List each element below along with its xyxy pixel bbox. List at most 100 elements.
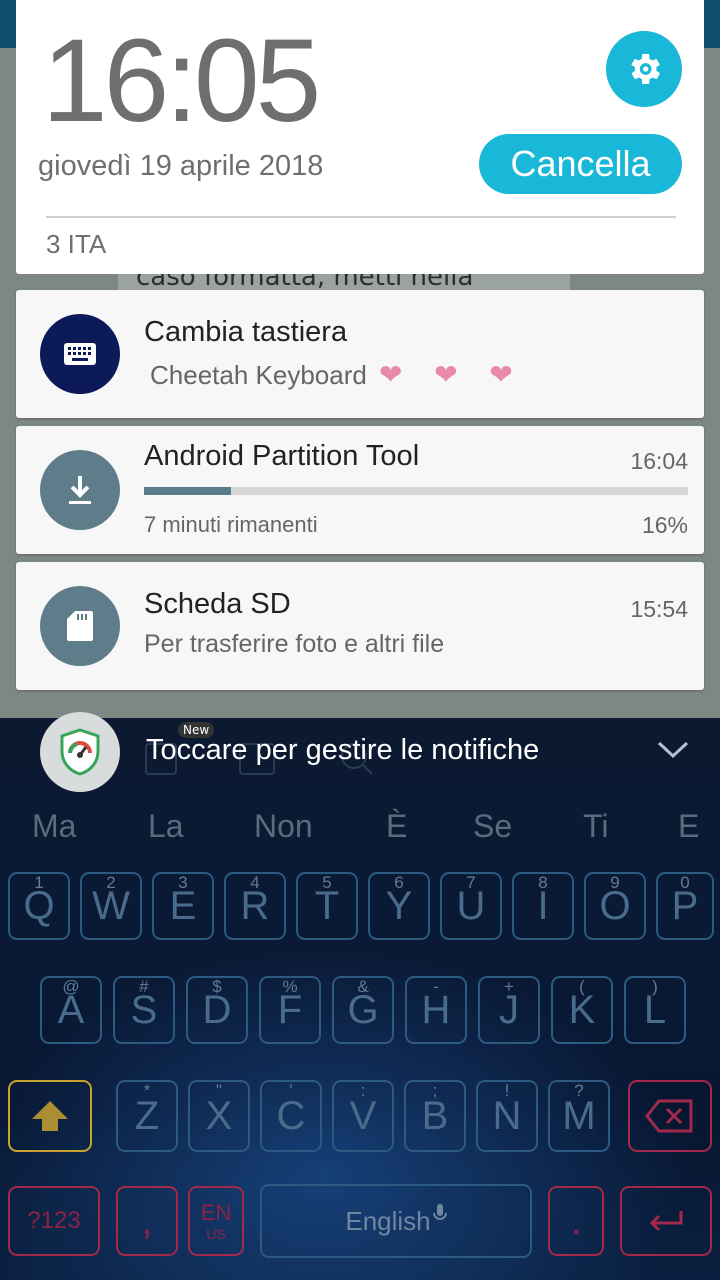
suggestion-item[interactable]: È xyxy=(386,808,407,845)
gear-icon xyxy=(631,54,660,84)
key-s[interactable]: # S xyxy=(113,976,175,1044)
key-g[interactable]: & G xyxy=(332,976,394,1044)
key-hint: & xyxy=(357,977,369,996)
shield-icon xyxy=(60,728,100,776)
key-v[interactable]: :V xyxy=(332,1080,394,1152)
key-x[interactable]: " X xyxy=(188,1080,250,1152)
key-a[interactable]: @ A xyxy=(40,976,102,1044)
key-label: N xyxy=(492,1093,522,1138)
key-t[interactable]: 5T xyxy=(296,872,358,940)
key-z[interactable]: * Z xyxy=(116,1080,178,1152)
key-label: B xyxy=(421,1093,449,1138)
key-hint: : xyxy=(360,1081,366,1100)
key-hint: 9 xyxy=(610,873,620,892)
notification-download[interactable]: Android Partition Tool 16:04 7 minuti ri… xyxy=(16,426,704,554)
suggestion-bar: Ma La Non È Se Ti E xyxy=(0,808,720,852)
key-label: V xyxy=(349,1093,377,1138)
hearts-decoration: ❤ ❤ ❤ xyxy=(378,359,525,390)
key-h[interactable]: -H xyxy=(405,976,467,1044)
notification-time: 16:04 xyxy=(630,448,688,474)
key-q[interactable]: 1Q xyxy=(8,872,70,940)
key-hint: ' xyxy=(289,1081,293,1100)
key-i[interactable]: 8I xyxy=(512,872,574,940)
enter-icon xyxy=(649,1211,683,1232)
key-hint: @ xyxy=(62,977,80,996)
key-hint: % xyxy=(282,977,298,996)
key-m[interactable]: ? M xyxy=(548,1080,610,1152)
key-c[interactable]: ' C xyxy=(260,1080,322,1152)
key-u[interactable]: 7U xyxy=(440,872,502,940)
keyboard-app-name: Cheetah Keyboard xyxy=(150,360,367,390)
language-key[interactable]: EN US xyxy=(188,1186,244,1256)
header-divider xyxy=(46,216,676,218)
key-e[interactable]: 3E xyxy=(152,872,214,940)
clock: 16:05 xyxy=(42,15,321,147)
key-r[interactable]: 4R xyxy=(224,872,286,940)
notification-change-keyboard[interactable]: Cambia tastiera Cheetah Keyboard ❤ ❤ ❤ xyxy=(16,290,704,418)
key-label: M xyxy=(562,1093,596,1138)
notification-title: Scheda SD xyxy=(144,588,291,620)
key-hint: ) xyxy=(652,977,658,996)
suggestion-item[interactable]: Non xyxy=(254,808,313,845)
keyboard-icon xyxy=(64,343,96,365)
shift-arrow-icon xyxy=(32,1101,68,1131)
suggestion-item[interactable]: E xyxy=(678,808,699,845)
key-hint: + xyxy=(504,977,514,996)
date-label: giovedì 19 aprile 2018 xyxy=(38,150,324,182)
key-l[interactable]: ) L xyxy=(624,976,686,1044)
notification-subtitle: Cheetah Keyboard ❤ ❤ ❤ xyxy=(150,358,525,391)
key-o[interactable]: 9O xyxy=(584,872,646,940)
space-bar[interactable]: English xyxy=(260,1184,532,1258)
notification-time: 15:54 xyxy=(630,596,688,622)
key-hint: 1 xyxy=(34,873,44,892)
notification-header: 16:05 giovedì 19 aprile 2018 Cancella 3 … xyxy=(16,0,704,274)
download-notification-icon xyxy=(40,450,120,530)
manage-notifications-row[interactable]: Toccare per gestire le notifiche xyxy=(0,712,720,798)
key-p[interactable]: 0P xyxy=(656,872,714,940)
cancel-button[interactable]: Cancella xyxy=(479,134,682,194)
key-hint: - xyxy=(433,977,439,996)
key-k[interactable]: (K xyxy=(551,976,613,1044)
key-hint: 8 xyxy=(538,873,548,892)
shift-key[interactable] xyxy=(8,1080,92,1152)
key-label: X xyxy=(205,1093,233,1138)
chevron-down-icon[interactable] xyxy=(656,740,690,760)
key-label: C xyxy=(276,1093,306,1138)
key-hint: 7 xyxy=(466,873,476,892)
key-hint: $ xyxy=(212,977,222,996)
key-b[interactable]: ; B xyxy=(404,1080,466,1152)
download-remaining: 7 minuti rimanenti xyxy=(144,512,318,537)
key-hint: * xyxy=(143,1081,151,1100)
suggestion-item[interactable]: Ti xyxy=(583,808,608,845)
download-icon xyxy=(69,476,91,504)
backspace-icon xyxy=(645,1099,693,1133)
sd-card-notification-icon xyxy=(40,586,120,666)
suggestion-item[interactable]: La xyxy=(148,808,184,845)
comma-key[interactable]: , xyxy=(116,1186,178,1256)
symbols-key[interactable]: ?123 xyxy=(8,1186,100,1256)
key-j[interactable]: + J xyxy=(478,976,540,1044)
key-hint: 6 xyxy=(394,873,404,892)
sd-card-icon xyxy=(67,611,93,641)
language-sublabel: US xyxy=(206,1226,226,1242)
suggestion-item[interactable]: Ma xyxy=(32,808,76,845)
new-badge: New xyxy=(178,722,215,738)
key-y[interactable]: 6Y xyxy=(368,872,430,940)
settings-button[interactable] xyxy=(606,31,682,107)
backspace-key[interactable] xyxy=(628,1080,712,1152)
period-key[interactable]: . xyxy=(548,1186,604,1256)
key-label: Z xyxy=(134,1093,160,1138)
space-label: English xyxy=(345,1205,431,1236)
notification-sd-card[interactable]: Scheda SD 15:54 Per trasferire foto e al… xyxy=(16,562,704,690)
key-f[interactable]: % F xyxy=(259,976,321,1044)
key-hint: 3 xyxy=(178,873,188,892)
suggestion-item[interactable]: Se xyxy=(473,808,512,845)
key-hint: " xyxy=(215,1081,223,1100)
enter-key[interactable] xyxy=(620,1186,712,1256)
key-n[interactable]: ! N xyxy=(476,1080,538,1152)
key-d[interactable]: $ D xyxy=(186,976,248,1044)
keyboard-notification-icon xyxy=(40,314,120,394)
key-w[interactable]: 2W xyxy=(80,872,142,940)
carrier-label: 3 ITA xyxy=(46,229,107,259)
manage-notifications-icon xyxy=(40,712,120,792)
